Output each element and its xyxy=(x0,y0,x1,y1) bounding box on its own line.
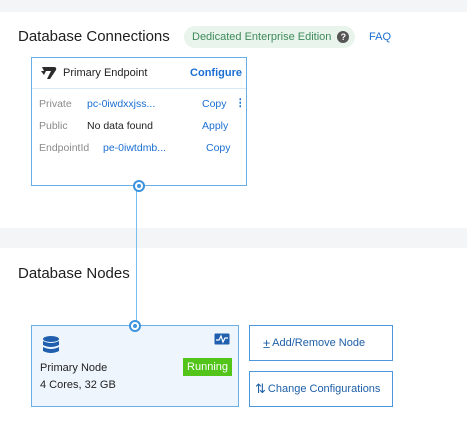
monitor-chart-icon[interactable] xyxy=(214,333,230,345)
node-spec: 4 Cores, 32 GB xyxy=(40,379,116,391)
add-remove-node-button[interactable]: ± Add/Remove Node xyxy=(249,325,393,361)
configure-button[interactable]: Configure xyxy=(190,67,242,79)
private-address-link[interactable]: pc-0iwdxxjss... xyxy=(87,98,155,110)
endpoint-row-key: EndpointId xyxy=(39,142,90,154)
database-nodes-title: Database Nodes xyxy=(18,265,130,282)
swap-vertical-icon: ⇅ xyxy=(255,381,266,396)
top-band xyxy=(0,0,467,12)
primary-node-card[interactable]: Primary Node 4 Cores, 32 GB Running xyxy=(31,325,239,407)
faq-link[interactable]: FAQ xyxy=(369,31,391,43)
node-connector-dot xyxy=(129,320,141,332)
change-configurations-label: Change Configurations xyxy=(267,383,381,395)
edition-badge-label: Dedicated Enterprise Edition xyxy=(192,31,332,43)
public-address-value: No data found xyxy=(87,120,153,132)
connection-line xyxy=(136,186,137,326)
endpoint-row-key: Public xyxy=(39,120,68,132)
add-remove-node-label: Add/Remove Node xyxy=(272,337,366,349)
status-badge: Running xyxy=(183,358,232,376)
help-circle-icon[interactable]: ? xyxy=(337,31,350,43)
endpoint-id-link[interactable]: pe-0iwtdmb... xyxy=(103,142,166,154)
endpoint-row-key: Private xyxy=(39,98,72,110)
endpoint-card-header: Primary Endpoint Configure xyxy=(32,58,246,89)
endpoint-logo-icon xyxy=(41,67,57,79)
section-divider-band xyxy=(0,228,467,248)
primary-endpoint-card: Primary Endpoint Configure Private pc-0i… xyxy=(31,57,247,186)
apply-public-button[interactable]: Apply xyxy=(202,120,228,132)
endpoint-connector-dot xyxy=(133,180,145,192)
edition-badge: Dedicated Enterprise Edition ? xyxy=(184,26,356,48)
copy-private-button[interactable]: Copy xyxy=(202,98,227,110)
plus-minus-icon: ± xyxy=(263,335,271,351)
change-configurations-button[interactable]: ⇅ Change Configurations xyxy=(249,371,393,407)
more-vertical-icon[interactable]: ⋮ xyxy=(235,97,246,109)
endpoint-title: Primary Endpoint xyxy=(63,67,148,79)
copy-endpoint-id-button[interactable]: Copy xyxy=(206,142,231,154)
node-name: Primary Node xyxy=(40,362,108,374)
database-connections-title: Database Connections xyxy=(18,28,170,45)
database-icon xyxy=(43,336,59,353)
